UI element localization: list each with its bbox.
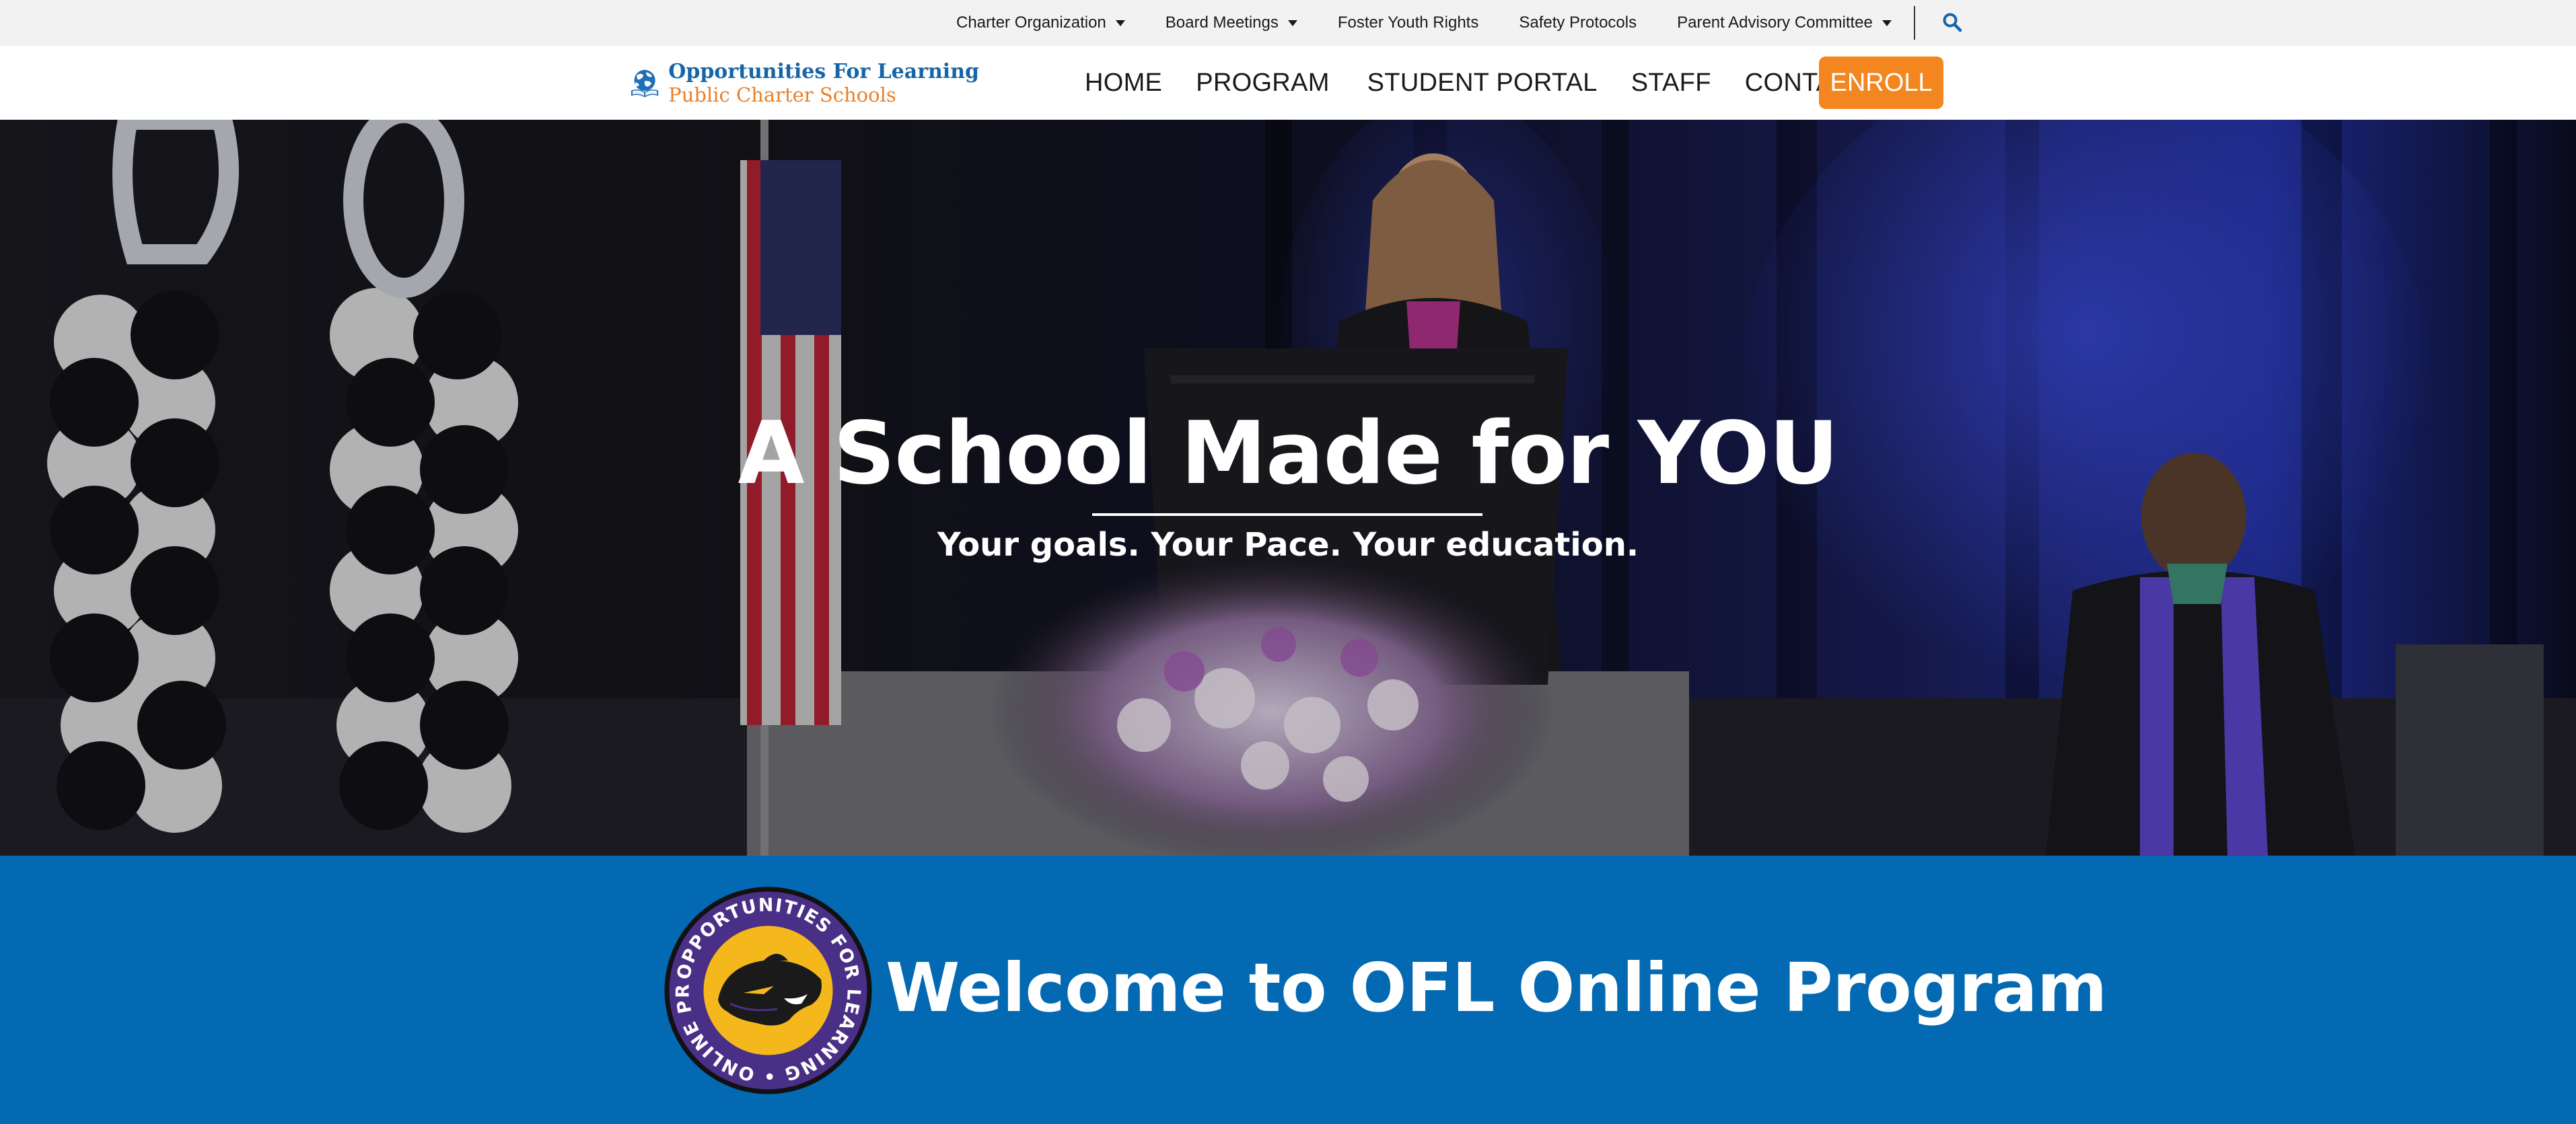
main-header: Opportunities For Learning Public Charte… bbox=[0, 46, 2576, 120]
utility-item-safety-protocols[interactable]: Safety Protocols bbox=[1519, 13, 1637, 32]
utility-item-parent-advisory-committee[interactable]: Parent Advisory Committee bbox=[1677, 13, 1892, 32]
enroll-button[interactable]: ENROLL bbox=[1819, 57, 1943, 109]
logo-subtitle: Public Charter Schools bbox=[668, 83, 896, 106]
logo-title: Opportunities For Learning bbox=[668, 60, 979, 84]
utility-bar: Charter Organization Board Meetings Fost… bbox=[0, 0, 2576, 46]
utility-menu: Charter Organization Board Meetings Fost… bbox=[956, 0, 1892, 46]
hero-subtitle: Your goals. Your Pace. Your education. bbox=[937, 526, 1639, 564]
utility-item-foster-youth-rights[interactable]: Foster Youth Rights bbox=[1338, 13, 1478, 32]
site-logo[interactable]: Opportunities For Learning Public Charte… bbox=[629, 54, 979, 113]
utility-divider bbox=[1914, 6, 1915, 40]
nav-student-portal[interactable]: STUDENT PORTAL bbox=[1367, 69, 1598, 98]
utility-item-charter-organization[interactable]: Charter Organization bbox=[956, 13, 1125, 32]
hero-title: A School Made for YOU bbox=[738, 404, 1838, 504]
search-icon[interactable] bbox=[1942, 12, 1962, 32]
hero-divider bbox=[1092, 513, 1482, 516]
main-nav: HOME PROGRAM STUDENT PORTAL STAFF CONTAC… bbox=[1085, 46, 1902, 120]
globe-book-logo-icon bbox=[631, 69, 659, 98]
utility-item-label: Board Meetings bbox=[1165, 13, 1279, 32]
utility-item-label: Safety Protocols bbox=[1519, 13, 1637, 32]
utility-item-label: Foster Youth Rights bbox=[1337, 13, 1479, 32]
logo-text: Opportunities For Learning Public Charte… bbox=[668, 61, 979, 106]
nav-staff[interactable]: STAFF bbox=[1631, 69, 1711, 98]
welcome-section: OPPORTUNITIES FOR LEARNING • ONLINE PROG… bbox=[0, 856, 2576, 1124]
hero-banner: A School Made for YOU Your goals. Your P… bbox=[0, 120, 2576, 856]
utility-item-label: Charter Organization bbox=[956, 13, 1106, 32]
welcome-title: Welcome to OFL Online Program bbox=[886, 948, 2107, 1027]
caret-down-icon bbox=[1287, 20, 1297, 26]
nav-program[interactable]: PROGRAM bbox=[1196, 69, 1329, 98]
utility-item-label: Parent Advisory Committee bbox=[1677, 13, 1873, 32]
caret-down-icon bbox=[1115, 20, 1125, 26]
utility-item-board-meetings[interactable]: Board Meetings bbox=[1166, 13, 1297, 32]
ofl-online-program-badge: OPPORTUNITIES FOR LEARNING • ONLINE PROG… bbox=[663, 885, 872, 1094]
caret-down-icon bbox=[1882, 20, 1892, 26]
nav-home[interactable]: HOME bbox=[1085, 69, 1162, 98]
